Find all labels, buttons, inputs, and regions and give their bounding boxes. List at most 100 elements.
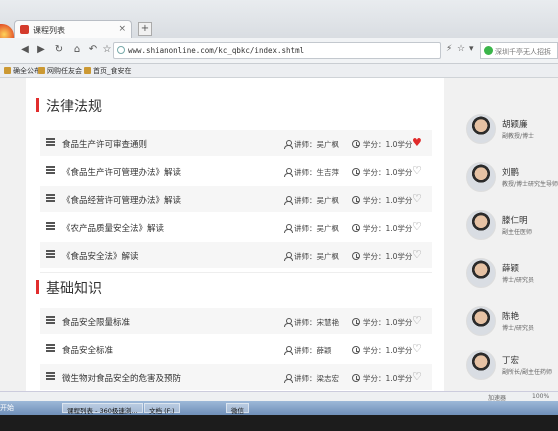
favorite-star-icon[interactable]: ☆ <box>457 44 465 54</box>
forward-icon[interactable]: ▶ <box>34 43 48 57</box>
bookmark-item[interactable]: 确全公布 <box>4 66 41 76</box>
teacher-name[interactable]: 陈艳 <box>502 310 519 322</box>
home-icon[interactable]: ⌂ <box>70 43 84 57</box>
teacher-card[interactable]: 薛颖 博士/研究员 <box>466 258 558 306</box>
teacher-card[interactable]: 刘鹏 教授/博士研究生导师 <box>466 162 558 210</box>
course-credits: 学分：1.0学分 <box>352 139 412 150</box>
back-icon[interactable]: ◀ <box>18 43 32 57</box>
screen: 课程列表 × + ◀ ▶ ↻ ⌂ ↶ ☆ www.shianonline.com… <box>0 0 558 415</box>
teacher-name[interactable]: 刘鹏 <box>502 166 519 178</box>
teacher-name[interactable]: 滕仁明 <box>502 214 528 226</box>
course-credits: 学分：1.0学分 <box>352 223 412 234</box>
close-icon[interactable]: × <box>118 24 126 34</box>
clock-icon <box>352 318 360 326</box>
clock-icon <box>352 346 360 354</box>
course-row[interactable]: 食品生产许可审查通则 讲师：吴广枫 学分：1.0学分 ♥ <box>40 130 432 156</box>
course-row[interactable]: 《食品经营许可管理办法》解读 讲师：吴广枫 学分：1.0学分 ♡ <box>40 186 432 212</box>
address-bar[interactable]: www.shianonline.com/kc_qbkc/index.shtml <box>113 42 441 59</box>
course-title[interactable]: 食品安全限量标准 <box>62 316 130 328</box>
bookmark-item[interactable]: 网购任友会 <box>38 66 82 76</box>
teacher-name[interactable]: 胡颖廉 <box>502 118 528 130</box>
menu-icon <box>46 250 55 258</box>
site-favicon-icon <box>20 25 29 34</box>
tab-title: 课程列表 <box>33 26 65 35</box>
course-credits: 学分：1.0学分 <box>352 317 412 328</box>
course-title[interactable]: 微生物对食品安全的危害及预防 <box>62 372 181 384</box>
teacher-card[interactable]: 滕仁明 副主任医师 <box>466 210 558 258</box>
heart-icon[interactable]: ♡ <box>412 220 422 233</box>
course-credits: 学分：1.0学分 <box>352 195 412 206</box>
course-teacher: 讲师：生吉萍 <box>284 167 339 178</box>
person-icon <box>284 140 293 149</box>
teacher-title: 副所长/副主任药师 <box>502 369 553 376</box>
avatar[interactable] <box>466 210 496 240</box>
start-button[interactable]: 开始 <box>0 403 14 413</box>
menu-icon <box>46 166 55 174</box>
heart-icon[interactable]: ♡ <box>412 314 422 327</box>
person-icon <box>284 196 293 205</box>
course-teacher: 讲师：吴广枫 <box>284 139 339 150</box>
course-row[interactable]: 微生物对食品安全的危害及预防 讲师：梁志宏 学分：1.0学分 ♡ <box>40 364 432 390</box>
avatar[interactable] <box>466 350 496 380</box>
person-icon <box>284 318 293 327</box>
heart-icon[interactable]: ♡ <box>412 248 422 261</box>
teacher-title: 教授/博士研究生导师 <box>502 181 558 188</box>
clock-icon <box>352 196 360 204</box>
teacher-card[interactable]: 胡颖廉 副教授/博士 <box>466 114 558 162</box>
bookmark-icon <box>4 67 11 74</box>
teacher-name[interactable]: 丁宏 <box>502 354 519 366</box>
bookmark-item[interactable]: 首页_食安在 <box>84 66 132 76</box>
taskbar-item[interactable]: 微信 <box>226 403 249 415</box>
course-title[interactable]: 食品生产许可审查通则 <box>62 138 147 150</box>
section-title-laws: 法律法规 <box>36 96 102 116</box>
search-input[interactable]: 深圳千亭无人招拆 <box>480 42 558 59</box>
person-icon <box>284 346 293 355</box>
refresh-icon[interactable]: ↻ <box>52 43 66 57</box>
bookmark-icon <box>84 67 91 74</box>
course-row[interactable]: 《食品安全法》解读 讲师：吴广枫 学分：1.0学分 ♡ <box>40 242 432 268</box>
heart-icon[interactable]: ♡ <box>412 192 422 205</box>
search-engine-icon <box>484 46 493 55</box>
course-teacher: 讲师：吴广枫 <box>284 195 339 206</box>
teacher-card[interactable]: 陈艳 博士/研究员 <box>466 306 558 354</box>
tab-strip: 课程列表 × + <box>0 0 558 50</box>
course-title[interactable]: 《食品生产许可管理办法》解读 <box>62 166 181 178</box>
person-icon <box>284 252 293 261</box>
section-divider <box>40 272 432 273</box>
course-credits: 学分：1.0学分 <box>352 345 412 356</box>
dropdown-icon[interactable]: ▾ <box>469 44 474 54</box>
avatar[interactable] <box>466 258 496 288</box>
course-row[interactable]: 食品安全限量标准 讲师：宋慧艳 学分：1.0学分 ♡ <box>40 308 432 334</box>
taskbar-item[interactable]: 文档 (F:) <box>144 403 180 415</box>
taskbar: 开始 课程列表 - 360极速浏... 文档 (F:) 微信 <box>0 401 558 415</box>
course-title[interactable]: 《农产品质量安全法》解读 <box>62 222 164 234</box>
course-row[interactable]: 食品安全标准 讲师：薛颖 学分：1.0学分 ♡ <box>40 336 432 362</box>
clock-icon <box>352 140 360 148</box>
avatar[interactable] <box>466 114 496 144</box>
heart-icon[interactable]: ♥ <box>412 136 422 149</box>
tab-course-list[interactable]: 课程列表 × <box>14 20 132 38</box>
new-tab-button[interactable]: + <box>138 22 152 36</box>
course-row[interactable]: 《食品生产许可管理办法》解读 讲师：生吉萍 学分：1.0学分 ♡ <box>40 158 432 184</box>
teacher-name[interactable]: 薛颖 <box>502 262 519 274</box>
section-title-basics: 基础知识 <box>36 278 102 298</box>
course-teacher: 讲师：梁志宏 <box>284 373 339 384</box>
heart-icon[interactable]: ♡ <box>412 164 422 177</box>
undo-icon[interactable]: ↶ <box>86 43 100 57</box>
course-title[interactable]: 食品安全标准 <box>62 344 113 356</box>
star-icon[interactable]: ☆ <box>100 43 114 57</box>
clock-icon <box>352 224 360 232</box>
zoom-level[interactable]: 100% <box>532 393 549 400</box>
taskbar-item[interactable]: 课程列表 - 360极速浏... <box>62 403 143 415</box>
navigation-bar: ◀ ▶ ↻ ⌂ ↶ ☆ www.shianonline.com/kc_qbkc/… <box>0 38 558 64</box>
teacher-title: 博士/研究员 <box>502 325 535 332</box>
course-row[interactable]: 《农产品质量安全法》解读 讲师：吴广枫 学分：1.0学分 ♡ <box>40 214 432 240</box>
heart-icon[interactable]: ♡ <box>412 342 422 355</box>
lightning-icon[interactable]: ⚡ <box>446 44 452 54</box>
course-title[interactable]: 《食品经营许可管理办法》解读 <box>62 194 181 206</box>
avatar[interactable] <box>466 306 496 336</box>
search-placeholder: 深圳千亭无人招拆 <box>495 48 551 56</box>
course-title[interactable]: 《食品安全法》解读 <box>62 250 139 262</box>
avatar[interactable] <box>466 162 496 192</box>
heart-icon[interactable]: ♡ <box>412 370 422 383</box>
